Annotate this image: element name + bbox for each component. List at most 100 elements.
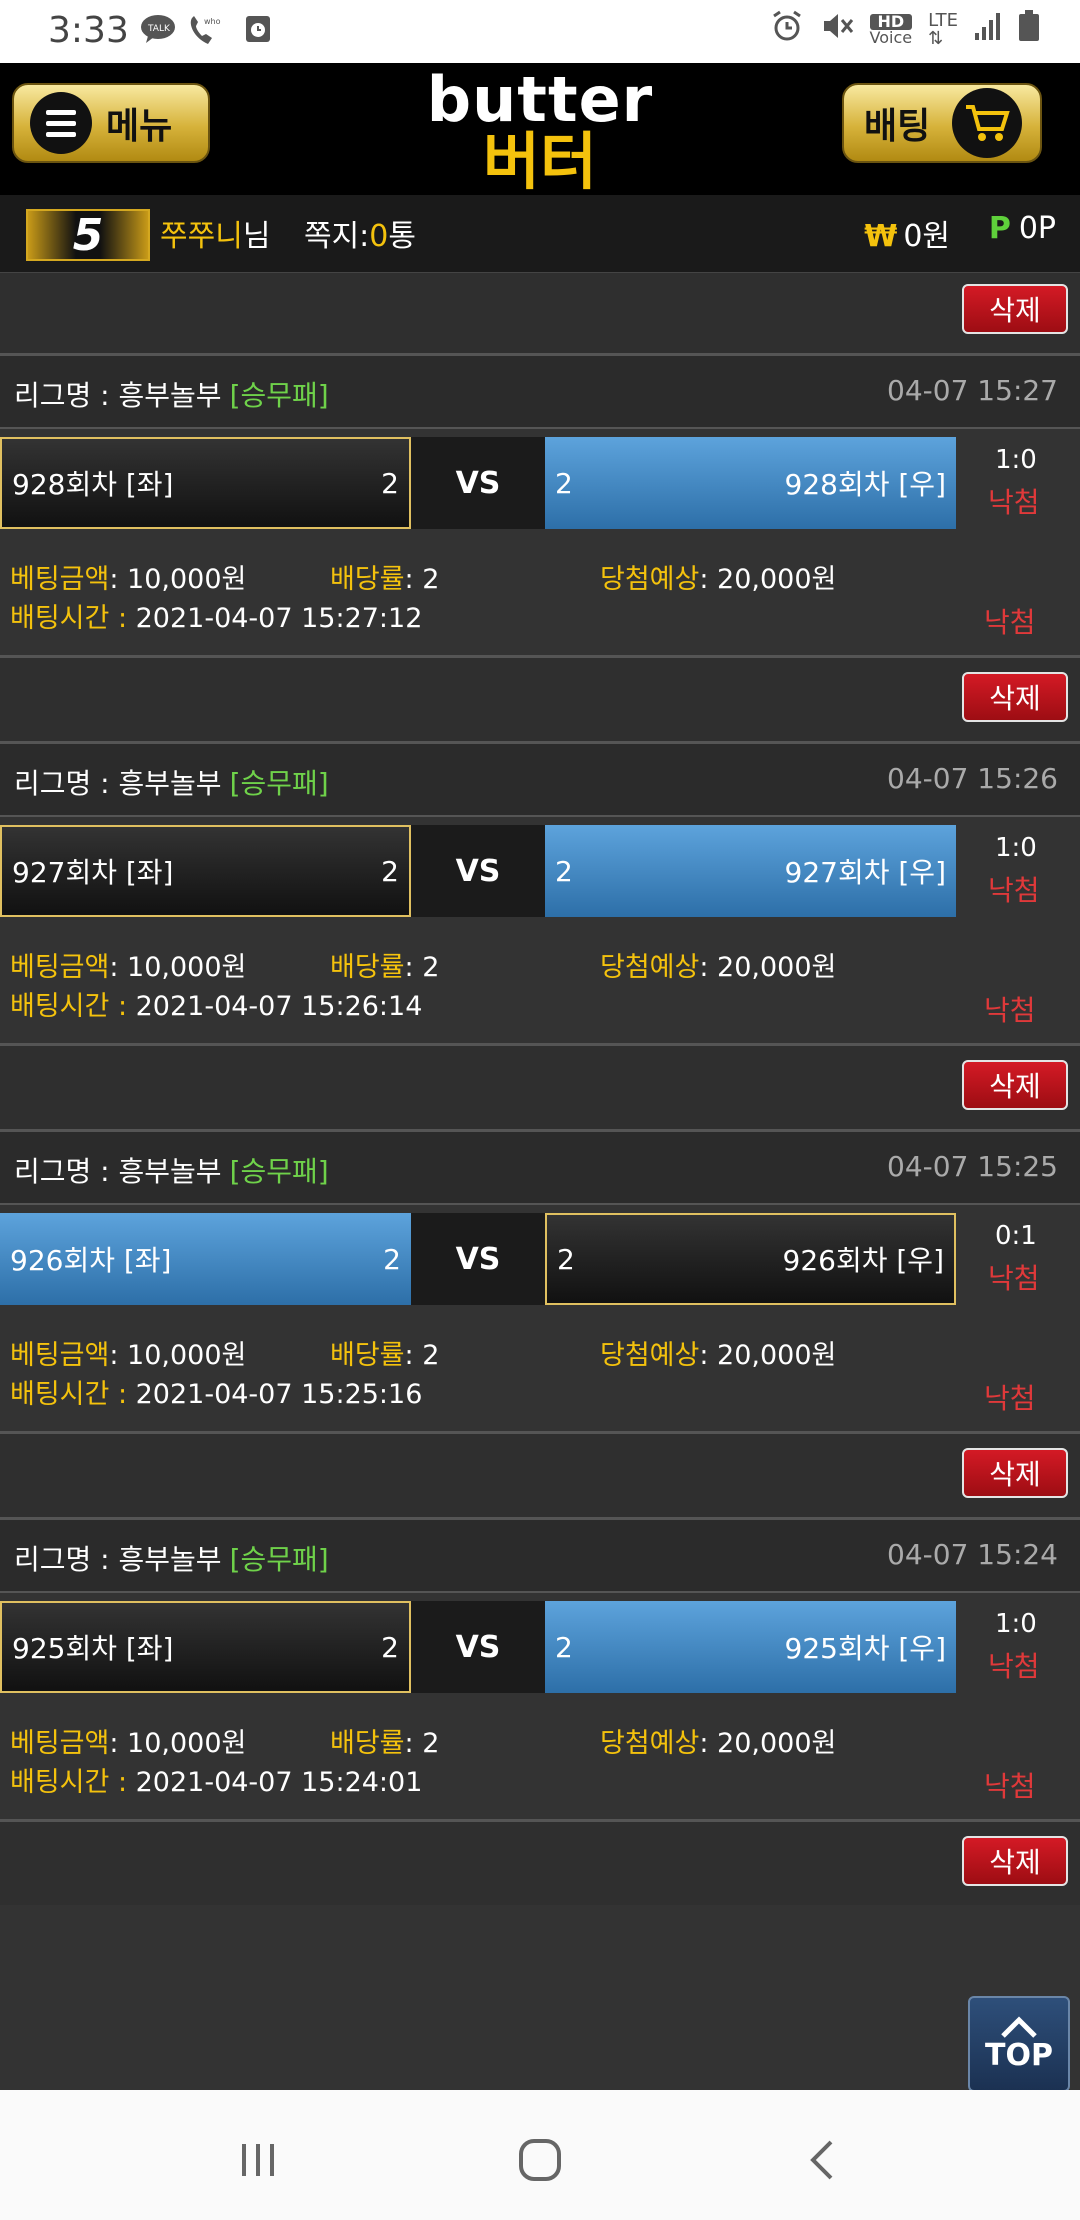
hd-voice-icon: HD Voice <box>869 11 913 47</box>
delete-button[interactable]: 삭제 <box>962 1060 1068 1110</box>
cart-icon <box>952 88 1023 158</box>
menu-label: 메뉴 <box>106 106 173 147</box>
bet-history-list[interactable]: 리그명 : 흥부놀부[승무패] 04-07 15:28 929회차 [좌]2 V… <box>0 273 1080 2090</box>
point-balance: P 0P <box>989 211 1056 246</box>
menu-icon <box>30 92 92 154</box>
bet-item: 리그명 : 흥부놀부 [승무패] 04-07 15:25 926회차 [좌] 2 V… <box>0 1129 1080 1517</box>
score: 1:0 <box>995 1609 1037 1639</box>
right-team-name: 928회차 [우] <box>784 468 946 501</box>
left-team[interactable]: 926회차 [좌] 2 <box>0 1213 411 1305</box>
bet-time: 2021-04-07 15:25:16 <box>135 1379 423 1410</box>
delete-button[interactable]: 삭제 <box>962 672 1068 722</box>
recent-apps-icon[interactable] <box>228 2130 288 2190</box>
system-nav-bar <box>0 2090 1080 2220</box>
bet-time-row: 배팅시간 : 2021-04-07 15:24:01 <box>10 1760 422 1799</box>
league-name: 흥부놀부 <box>118 767 222 800</box>
league-name: 흥부놀부 <box>118 379 222 412</box>
menu-button[interactable]: 메뉴 <box>12 83 210 163</box>
right-odds: 2 <box>555 854 573 888</box>
match-result: 낙첨 <box>988 486 1040 519</box>
bet-type: [승무패] <box>229 1155 329 1188</box>
logo[interactable]: butter 버터 <box>420 69 660 193</box>
vs-label: VS <box>411 1601 545 1693</box>
mute-icon <box>820 10 854 49</box>
right-team[interactable]: 2 928회차 [우] <box>545 437 956 529</box>
right-team[interactable]: 2 927회차 [우] <box>545 825 956 917</box>
bet-item: 리그명 : 흥부놀부 [승무패] 04-07 15:24 925회차 [좌] 2 V… <box>0 1517 1080 1905</box>
league-label: 리그명 : <box>14 379 119 412</box>
left-team-name: 926회차 [좌] <box>10 1244 172 1277</box>
odds-label: 배당률 <box>330 1340 405 1371</box>
home-icon[interactable] <box>510 2130 570 2190</box>
league-date: 04-07 15:26 <box>887 762 1058 795</box>
left-team[interactable]: 925회차 [좌] 2 <box>0 1601 411 1693</box>
odds-label: 배당률 <box>330 1728 405 1759</box>
expected-label: 당첨예상 <box>600 1728 700 1759</box>
delete-row: 삭제 <box>0 655 1080 741</box>
bet-amount: : 10,000원 <box>109 1340 247 1371</box>
expected-win: : 20,000원 <box>699 1340 837 1371</box>
delete-button[interactable]: 삭제 <box>962 1448 1068 1498</box>
league-date: 04-07 15:24 <box>887 1538 1058 1571</box>
bet-result: 낙첨 <box>984 1770 1036 1803</box>
vs-label: VS <box>411 825 545 917</box>
league-label: 리그명 : <box>14 1155 119 1188</box>
scroll-top-button[interactable]: TOP <box>968 1996 1070 2092</box>
left-team-name: 925회차 [좌] <box>12 1632 174 1665</box>
league-row: 리그명 : 흥부놀부 [승무패] 04-07 15:26 <box>0 741 1080 817</box>
bet-time-row: 배팅시간 : 2021-04-07 15:25:16 <box>10 1372 422 1411</box>
right-odds: 2 <box>555 1630 573 1664</box>
bet-item: 리그명 : 흥부놀부 [승무패] 04-07 15:26 927회차 [좌] 2 V… <box>0 741 1080 1129</box>
right-odds: 2 <box>555 466 573 500</box>
bet-time-label: 배팅시간 : <box>10 991 136 1022</box>
bet-time-row: 배팅시간 : 2021-04-07 15:27:12 <box>10 596 422 635</box>
league-row: 리그명 : 흥부놀부 [승무패] 04-07 15:24 <box>0 1517 1080 1593</box>
delete-row: 삭제 <box>0 273 1080 353</box>
point-value: 0P <box>1018 211 1056 246</box>
money-balance: ₩0원 <box>864 211 950 255</box>
right-team[interactable]: 2 925회차 [우] <box>545 1601 956 1693</box>
left-team[interactable]: 928회차 [좌] 2 <box>0 437 411 529</box>
odds-value: : 2 <box>404 1728 440 1759</box>
bet-time: 2021-04-07 15:26:14 <box>135 991 423 1022</box>
status-time: 3:33 <box>48 10 129 51</box>
right-team-name: 927회차 [우] <box>784 856 946 889</box>
right-team-name: 925회차 [우] <box>784 1632 946 1665</box>
left-team-name: 928회차 [좌] <box>12 468 174 501</box>
won-icon: ₩ <box>864 219 898 254</box>
bet-amount-label: 베팅금액 <box>10 1728 110 1759</box>
user-suffix: 님 <box>242 219 271 254</box>
left-odds: 2 <box>381 466 399 500</box>
svg-text:TALK: TALK <box>147 24 171 34</box>
user-name: 쭈쭈니 <box>160 219 243 254</box>
user-bar: 5 쭈쭈니님 쪽지:0통 ₩0원 P 0P <box>0 195 1080 273</box>
delete-button[interactable]: 삭제 <box>962 284 1068 334</box>
svg-text:who: who <box>204 17 221 26</box>
bet-time: 2021-04-07 15:24:01 <box>135 1767 423 1798</box>
delete-row: 삭제 <box>0 1819 1080 1905</box>
score: 1:0 <box>995 445 1037 475</box>
left-team[interactable]: 927회차 [좌] 2 <box>0 825 411 917</box>
bet-type: [승무패] <box>229 1543 329 1576</box>
bet-amount-label: 베팅금액 <box>10 564 110 595</box>
league-label: 리그명 : <box>14 1543 119 1576</box>
match-result: 낙첨 <box>988 874 1040 907</box>
talk-icon: TALK <box>140 14 176 51</box>
signal-icon <box>974 11 1002 48</box>
bet-result: 낙첨 <box>984 1382 1036 1415</box>
vs-label: VS <box>411 1213 545 1305</box>
league-row: 리그명 : 흥부놀부 [승무패] 04-07 15:25 <box>0 1129 1080 1205</box>
right-team[interactable]: 2 926회차 [우] <box>545 1213 956 1305</box>
delete-row: 삭제 <box>0 1431 1080 1517</box>
back-icon[interactable] <box>792 2130 852 2190</box>
bet-time-label: 배팅시간 : <box>10 603 136 634</box>
note-link[interactable]: 쪽지:0통 <box>304 219 416 254</box>
match-result: 낙첨 <box>988 1262 1040 1295</box>
point-icon: P <box>988 211 1011 246</box>
odds-label: 배당률 <box>330 564 405 595</box>
delete-button[interactable]: 삭제 <box>962 1836 1068 1886</box>
battery-icon <box>1018 10 1040 49</box>
betting-button[interactable]: 배팅 <box>842 83 1042 163</box>
bet-time: 2021-04-07 15:27:12 <box>135 603 423 634</box>
left-odds: 2 <box>381 854 399 888</box>
